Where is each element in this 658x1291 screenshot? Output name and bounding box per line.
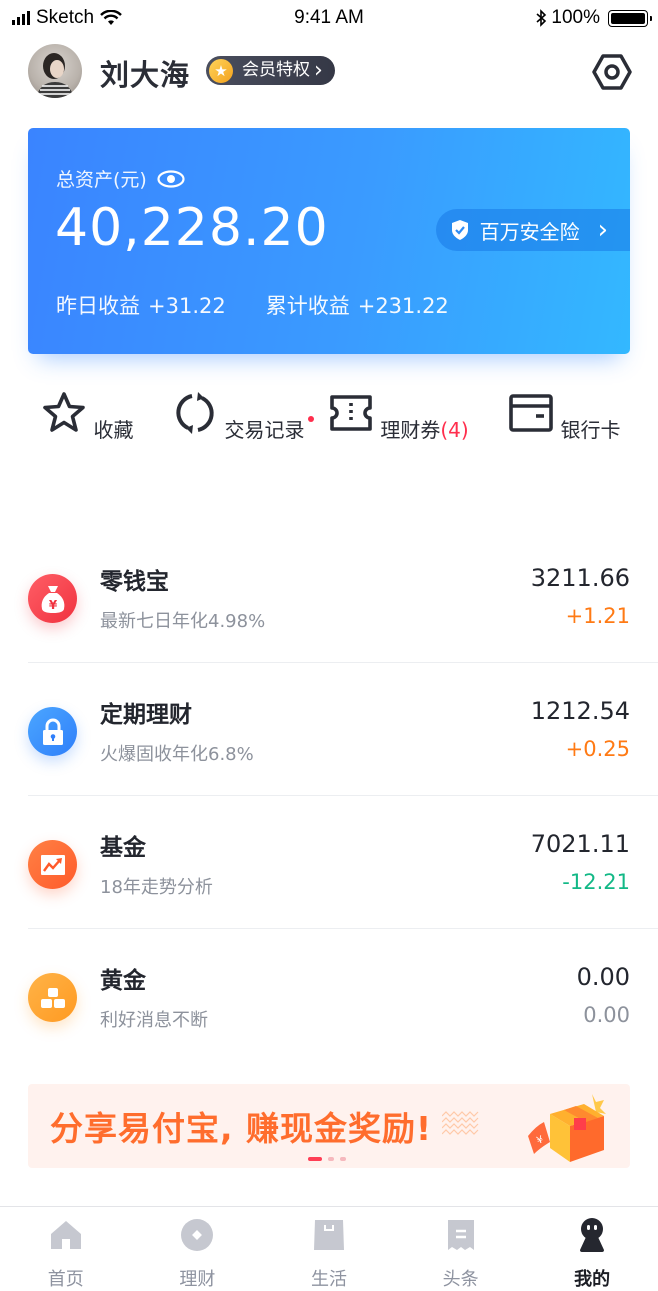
notification-dot xyxy=(307,416,314,422)
user-name: 刘大海 xyxy=(100,58,191,92)
coin-icon xyxy=(181,1219,214,1251)
carousel-dot[interactable] xyxy=(340,1157,346,1161)
insurance-label: 百万安全险 xyxy=(479,219,580,244)
product-amount: 1212.54 xyxy=(530,697,630,725)
product-change: +1.21 xyxy=(565,604,630,628)
battery-icon xyxy=(608,9,652,27)
product-amount: 3211.66 xyxy=(530,564,630,592)
avatar-photo-icon xyxy=(36,53,74,98)
shopping-bag-icon xyxy=(313,1220,344,1250)
refresh-icon xyxy=(176,392,215,434)
cumulative-earnings: 累计收益 +231.22 xyxy=(266,290,449,320)
zigzag-decoration-icon xyxy=(442,1111,479,1135)
tab-life[interactable]: 生活 xyxy=(263,1207,395,1291)
product-title: 黄金 xyxy=(100,968,146,994)
carousel-dot[interactable] xyxy=(328,1157,334,1161)
product-change: 0.00 xyxy=(583,1003,630,1027)
star-icon xyxy=(43,392,86,432)
product-change: +0.25 xyxy=(565,737,630,761)
svg-text:¥: ¥ xyxy=(48,598,57,612)
product-row-change-treasure[interactable]: ¥ 零钱宝 最新七日年化4.98% 3211.66 +1.21 xyxy=(0,530,658,663)
money-bag-icon: ¥ xyxy=(28,574,77,623)
total-assets-card[interactable]: 总资产(元) 40,228.20 百万安全险 › 昨日收益 +31.22 累计收益… xyxy=(28,128,630,354)
product-title: 定期理财 xyxy=(100,702,192,728)
vip-label: 会员特权 xyxy=(242,60,310,80)
card-icon xyxy=(509,394,554,432)
quick-action-favorites[interactable]: 收藏 xyxy=(7,385,167,443)
bottom-tab-bar: 首页 理财 生活 头条 我的 xyxy=(0,1206,658,1291)
profile-icon xyxy=(580,1218,605,1252)
cumulative-earnings-label: 累计收益 xyxy=(265,294,350,318)
tab-mine[interactable]: 我的 xyxy=(526,1207,658,1291)
quick-action-label: 银行卡 xyxy=(560,418,621,442)
quick-action-label: 交易记录 xyxy=(224,418,305,442)
eye-icon[interactable] xyxy=(157,169,185,188)
profile-header: 刘大海 ★ 会员特权 › xyxy=(0,40,658,104)
total-assets-label: 总资产(元) xyxy=(56,169,147,191)
settings-hex-icon[interactable] xyxy=(592,52,632,92)
vip-privileges-button[interactable]: ★ 会员特权 › xyxy=(206,56,335,85)
trend-chart-icon xyxy=(28,840,77,889)
quick-actions: 收藏 交易记录 理财券(4) 银行卡 xyxy=(0,385,658,495)
cumulative-earnings-value: +231.22 xyxy=(357,294,449,318)
avatar[interactable] xyxy=(28,44,82,98)
product-change: -12.21 xyxy=(562,870,630,894)
quick-action-label: 理财券 xyxy=(380,418,441,442)
yesterday-earnings: 昨日收益 +31.22 xyxy=(56,290,226,320)
carousel-dot-active[interactable] xyxy=(308,1157,322,1161)
star-icon: ★ xyxy=(209,59,233,83)
gold-bars-icon xyxy=(28,973,77,1022)
quick-action-label: 收藏 xyxy=(93,418,134,442)
bluetooth-icon xyxy=(536,9,547,27)
product-title: 零钱宝 xyxy=(100,569,169,595)
promo-banner[interactable]: 分享易付宝, 赚现金奖励! ¥ xyxy=(28,1084,630,1168)
product-subtitle: 火爆固收年化6.8% xyxy=(100,744,254,765)
product-subtitle: 18年走势分析 xyxy=(100,877,213,898)
tab-label: 首页 xyxy=(47,1269,84,1290)
coupon-count: (4) xyxy=(440,418,469,442)
banner-text: 分享易付宝, 赚现金奖励! xyxy=(50,1109,433,1148)
tab-label: 生活 xyxy=(310,1269,347,1290)
tab-home[interactable]: 首页 xyxy=(0,1207,132,1291)
chevron-right-icon: › xyxy=(314,57,323,83)
gift-box-icon: ¥ xyxy=(528,1094,606,1162)
tab-news[interactable]: 头条 xyxy=(395,1207,527,1291)
carousel-indicator[interactable] xyxy=(308,1157,346,1161)
status-bar: Sketch 9:41 AM 100% xyxy=(0,0,658,38)
ticket-icon xyxy=(330,395,373,431)
product-row-gold[interactable]: 黄金 利好消息不断 0.00 0.00 xyxy=(0,929,658,1062)
product-row-funds[interactable]: 基金 18年走势分析 7021.11 -12.21 xyxy=(0,796,658,929)
product-subtitle: 最新七日年化4.98% xyxy=(100,611,266,632)
yesterday-earnings-label: 昨日收益 xyxy=(56,294,140,318)
yesterday-earnings-value: +31.22 xyxy=(148,294,226,318)
product-amount: 0.00 xyxy=(576,963,630,991)
product-subtitle: 利好消息不断 xyxy=(100,1010,208,1031)
quick-action-coupons[interactable]: 理财券(4) xyxy=(318,385,478,443)
shield-check-icon xyxy=(451,220,468,240)
battery-percent: 100% xyxy=(551,7,600,28)
tab-label: 头条 xyxy=(442,1269,479,1290)
insurance-button[interactable]: 百万安全险 › xyxy=(435,209,630,251)
news-icon xyxy=(447,1220,474,1250)
product-row-fixed-term[interactable]: 定期理财 火爆固收年化6.8% 1212.54 +0.25 xyxy=(0,663,658,796)
tab-label: 我的 xyxy=(574,1269,611,1290)
quick-action-bank-cards[interactable]: 银行卡 xyxy=(484,385,644,443)
product-title: 基金 xyxy=(100,835,146,861)
tab-label: 理财 xyxy=(179,1269,216,1290)
tab-finance[interactable]: 理财 xyxy=(132,1207,264,1291)
lock-icon xyxy=(28,707,77,756)
chevron-right-icon: › xyxy=(597,215,608,245)
product-amount: 7021.11 xyxy=(530,830,630,858)
total-assets-value: 40,228.20 xyxy=(55,198,329,258)
home-icon xyxy=(50,1221,81,1249)
quick-action-transactions[interactable]: 交易记录 xyxy=(158,385,318,443)
